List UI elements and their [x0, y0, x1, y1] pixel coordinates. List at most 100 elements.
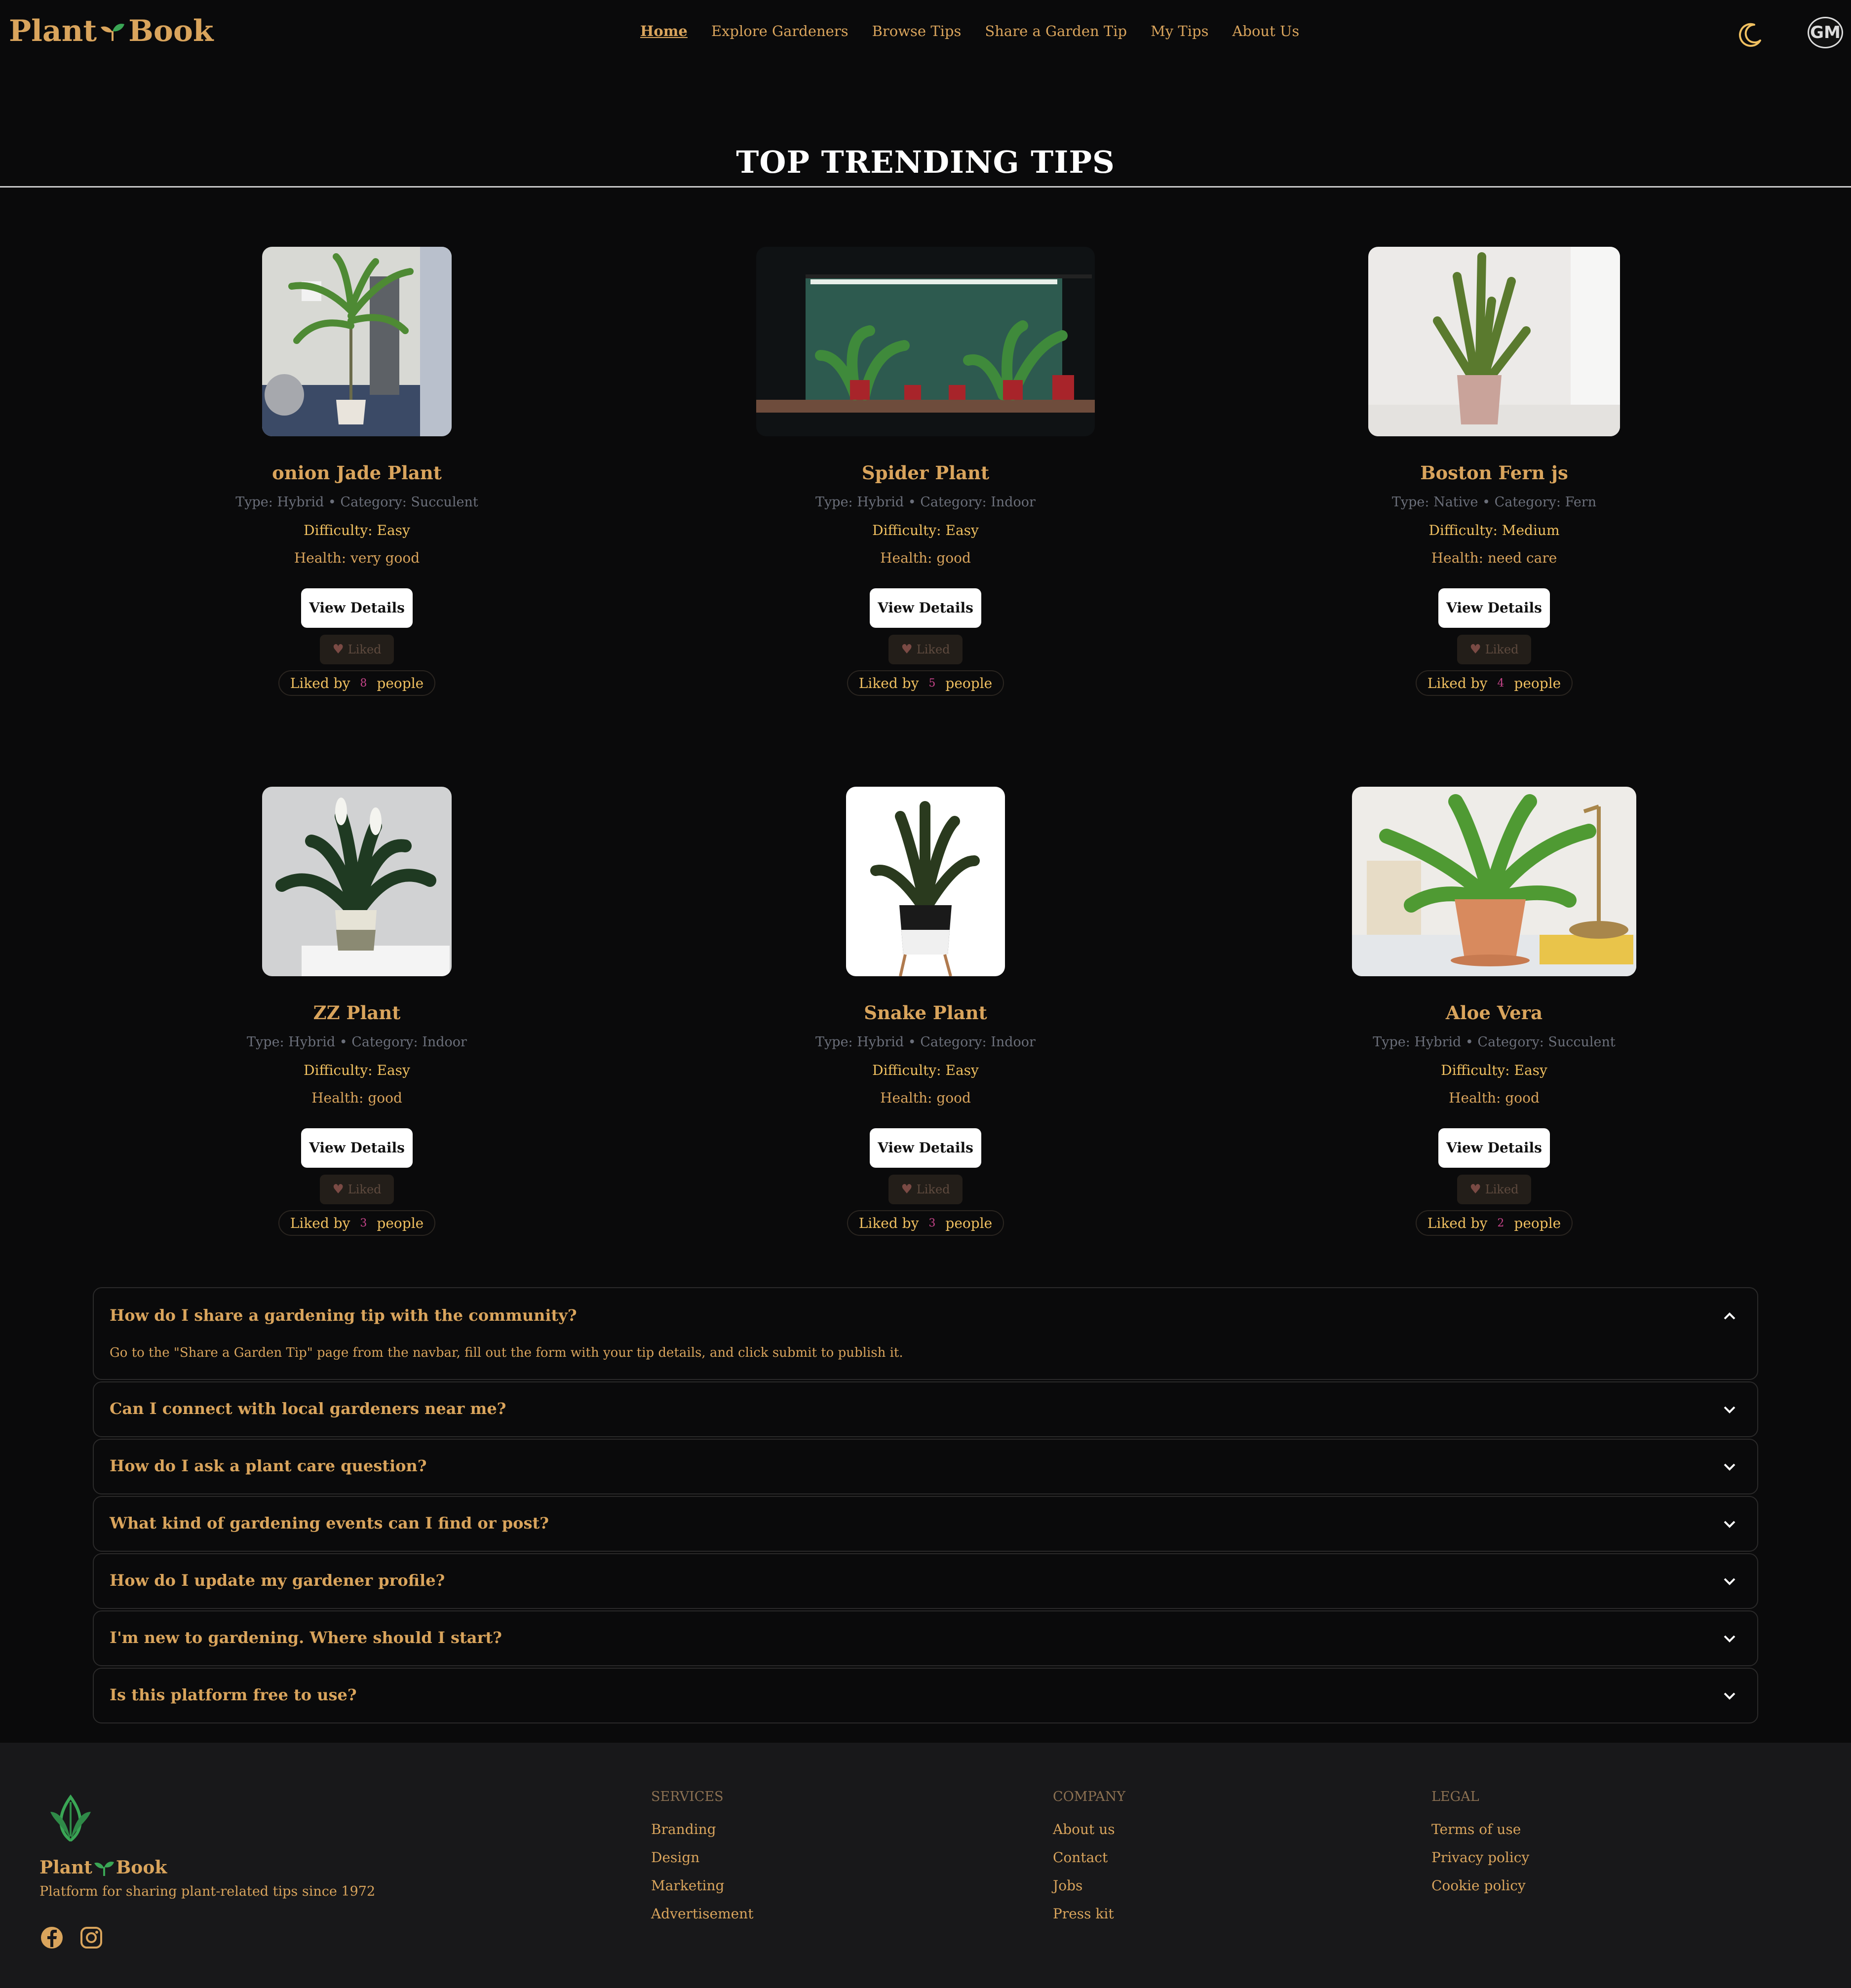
liked-suffix: people — [1514, 675, 1561, 691]
like-count: 5 — [928, 677, 936, 689]
footer-column-title: SERVICES — [651, 1789, 724, 1804]
liked-label: Liked — [1485, 643, 1519, 656]
view-details-button[interactable]: View Details — [301, 588, 413, 628]
faq-question[interactable]: How do I update my gardener profile? — [110, 1571, 445, 1590]
footer-brand-left: Plant — [39, 1857, 92, 1878]
liked-button[interactable]: ♥ Liked — [1457, 635, 1531, 664]
liked-button[interactable]: ♥ Liked — [320, 635, 394, 664]
site-logo[interactable]: Plant Book — [9, 14, 213, 48]
footer-link-contact[interactable]: Contact — [1053, 1849, 1125, 1866]
like-count-badge: Liked by 4 people — [1415, 670, 1573, 696]
faq-item[interactable]: Is this platform free to use? — [93, 1668, 1758, 1723]
footer-link-cookie[interactable]: Cookie policy — [1431, 1877, 1529, 1894]
liked-prefix: Liked by — [290, 1215, 350, 1231]
liked-button[interactable]: ♥ Liked — [888, 1175, 963, 1204]
faq-item[interactable]: How do I share a gardening tip with the … — [93, 1287, 1758, 1380]
card-meta: Type: Native • Category: Fern — [1391, 495, 1597, 510]
faq-item[interactable]: Can I connect with local gardeners near … — [93, 1381, 1758, 1437]
nav-explore-gardeners[interactable]: Explore Gardeners — [711, 23, 848, 39]
view-details-button[interactable]: View Details — [870, 1128, 981, 1168]
footer-column-title: LEGAL — [1431, 1789, 1479, 1804]
instagram-icon[interactable] — [79, 1925, 104, 1950]
liked-prefix: Liked by — [290, 675, 350, 691]
nav-my-tips[interactable]: My Tips — [1151, 23, 1208, 39]
view-details-button[interactable]: View Details — [870, 588, 981, 628]
faq-item[interactable]: What kind of gardening events can I find… — [93, 1496, 1758, 1552]
view-details-button[interactable]: View Details — [301, 1128, 413, 1168]
faq-question[interactable]: What kind of gardening events can I find… — [110, 1514, 549, 1532]
liked-prefix: Liked by — [1427, 1215, 1488, 1231]
faq-item[interactable]: How do I update my gardener profile? — [93, 1553, 1758, 1609]
liked-suffix: people — [945, 675, 993, 691]
footer-link-advertisement[interactable]: Advertisement — [651, 1906, 753, 1922]
chevron-down-icon[interactable] — [1723, 1520, 1736, 1529]
chevron-down-icon[interactable] — [1723, 1691, 1736, 1701]
liked-label: Liked — [347, 643, 382, 656]
liked-button[interactable]: ♥ Liked — [888, 635, 963, 664]
tip-card: Snake Plant Type: Hybrid • Category: Ind… — [642, 787, 1209, 1236]
card-meta: Type: Hybrid • Category: Indoor — [247, 1034, 467, 1050]
chevron-down-icon[interactable] — [1723, 1634, 1736, 1644]
liked-suffix: people — [377, 1215, 424, 1231]
avatar-initials: GM — [1810, 23, 1841, 42]
liked-prefix: Liked by — [858, 1215, 919, 1231]
like-count: 3 — [360, 1217, 367, 1229]
tip-card: ZZ Plant Type: Hybrid • Category: Indoor… — [73, 787, 641, 1236]
card-health: Health: very good — [294, 550, 420, 566]
section-title: TOP TRENDING TIPS — [736, 144, 1115, 180]
view-details-button[interactable]: View Details — [1438, 1128, 1550, 1168]
card-title: ZZ Plant — [313, 1002, 401, 1024]
card-difficulty: Difficulty: Easy — [304, 522, 410, 538]
tip-card: Aloe Vera Type: Hybrid • Category: Succu… — [1210, 787, 1778, 1236]
faq-question[interactable]: How do I ask a plant care question? — [110, 1456, 427, 1475]
view-details-button[interactable]: View Details — [1438, 588, 1550, 628]
card-health: Health: need care — [1431, 550, 1557, 566]
chevron-up-icon[interactable] — [1723, 1311, 1736, 1321]
nav-home[interactable]: Home — [640, 23, 688, 39]
faq-question[interactable]: Can I connect with local gardeners near … — [110, 1399, 506, 1418]
footer-link-marketing[interactable]: Marketing — [651, 1877, 753, 1894]
card-meta: Type: Hybrid • Category: Succulent — [1373, 1034, 1616, 1050]
plant-image — [262, 787, 452, 976]
like-count-badge: Liked by 3 people — [847, 1210, 1004, 1236]
liked-prefix: Liked by — [858, 675, 919, 691]
plant-image — [1368, 247, 1620, 436]
leaf-logo-icon — [50, 1794, 91, 1841]
card-difficulty: Difficulty: Easy — [872, 1062, 979, 1078]
footer-link-privacy[interactable]: Privacy policy — [1431, 1849, 1529, 1866]
footer-link-press-kit[interactable]: Press kit — [1053, 1906, 1125, 1922]
logo-text-right: Book — [128, 14, 214, 48]
title-divider — [0, 186, 1851, 188]
liked-label: Liked — [1485, 1183, 1519, 1196]
moon-icon[interactable] — [1736, 21, 1764, 48]
nav-about-us[interactable]: About Us — [1232, 23, 1299, 39]
card-difficulty: Difficulty: Easy — [872, 522, 979, 538]
footer-link-jobs[interactable]: Jobs — [1053, 1877, 1125, 1894]
footer-link-branding[interactable]: Branding — [651, 1821, 753, 1837]
faq-question[interactable]: How do I share a gardening tip with the … — [110, 1306, 577, 1325]
footer-link-design[interactable]: Design — [651, 1849, 753, 1866]
faq-question[interactable]: Is this platform free to use? — [110, 1685, 357, 1704]
liked-button[interactable]: ♥ Liked — [1457, 1175, 1531, 1204]
footer-column-legal: LEGAL Terms of use Privacy policy Cookie… — [1431, 1789, 1529, 1906]
card-difficulty: Difficulty: Easy — [304, 1062, 410, 1078]
heart-icon: ♥ — [901, 642, 913, 657]
faq-item[interactable]: I'm new to gardening. Where should I sta… — [93, 1610, 1758, 1666]
facebook-icon[interactable] — [39, 1925, 64, 1950]
footer-link-terms[interactable]: Terms of use — [1431, 1821, 1529, 1837]
faq-item[interactable]: How do I ask a plant care question? — [93, 1439, 1758, 1494]
liked-button[interactable]: ♥ Liked — [320, 1175, 394, 1204]
nav-share-tip[interactable]: Share a Garden Tip — [985, 23, 1127, 39]
like-count: 3 — [928, 1217, 936, 1229]
chevron-down-icon[interactable] — [1723, 1405, 1736, 1415]
chevron-down-icon[interactable] — [1723, 1577, 1736, 1587]
footer-link-about[interactable]: About us — [1053, 1821, 1125, 1837]
faq-question[interactable]: I'm new to gardening. Where should I sta… — [110, 1628, 502, 1647]
like-count-badge: Liked by 3 people — [278, 1210, 436, 1236]
liked-label: Liked — [916, 643, 950, 656]
chevron-down-icon[interactable] — [1723, 1462, 1736, 1472]
navbar: Plant Book Home Explore Gardeners Browse… — [0, 0, 1851, 64]
card-title: onion Jade Plant — [272, 462, 442, 484]
user-avatar[interactable]: GM — [1808, 17, 1843, 48]
nav-browse-tips[interactable]: Browse Tips — [872, 23, 962, 39]
